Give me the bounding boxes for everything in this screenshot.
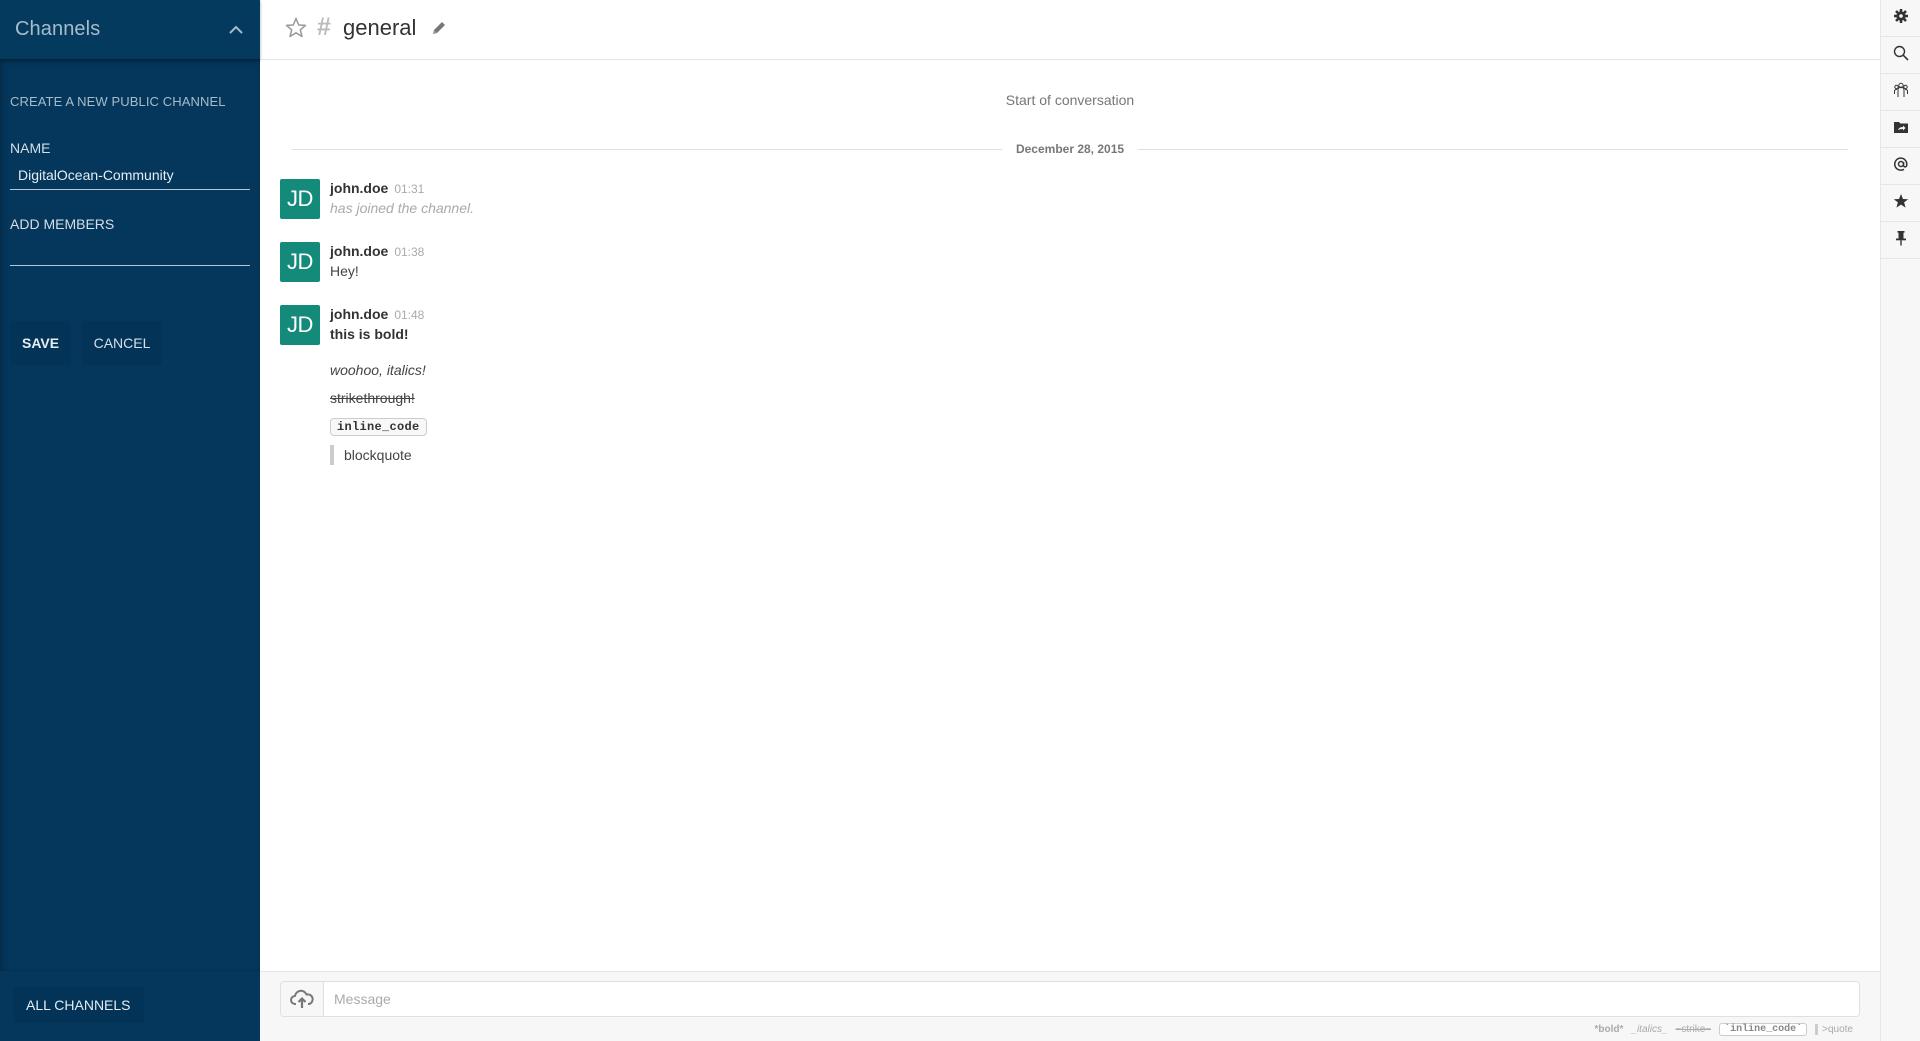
message-text-strikethrough: strikethrough! xyxy=(330,390,415,406)
users-icon xyxy=(1893,82,1909,103)
settings-button[interactable] xyxy=(1881,0,1920,37)
message-inline-code: inline_code xyxy=(330,418,427,436)
channel-header: # general xyxy=(260,0,1880,60)
all-channels-button[interactable]: ALL CHANNELS xyxy=(13,987,144,1023)
search-button[interactable] xyxy=(1881,37,1920,74)
add-members-label: ADD MEMBERS xyxy=(10,216,115,232)
divider-line xyxy=(1138,148,1849,150)
formatting-hints: *bold* _italics_ ~strike~ `inline_code` … xyxy=(1594,1023,1853,1036)
divider-line xyxy=(292,148,1002,150)
mentions-button[interactable] xyxy=(1881,148,1920,185)
date-divider: December 28, 2015 xyxy=(292,141,1849,157)
shared-folder-icon xyxy=(1893,119,1909,140)
message-header: john.doe 01:31 xyxy=(330,180,424,198)
cloud-upload-icon[interactable] xyxy=(281,982,324,1016)
create-channel-panel: CREATE A NEW PUBLIC CHANNEL NAME ADD MEM… xyxy=(0,59,260,971)
star-outline-icon[interactable] xyxy=(284,16,308,40)
message-timestamp: 01:48 xyxy=(394,308,425,322)
pinned-button[interactable] xyxy=(1881,222,1920,259)
message-input[interactable] xyxy=(324,982,1859,1016)
start-of-conversation: Start of conversation xyxy=(1005,92,1135,108)
save-button[interactable]: SAVE xyxy=(10,321,72,365)
message-text: Hey! xyxy=(330,263,359,279)
create-channel-title: CREATE A NEW PUBLIC CHANNEL xyxy=(10,94,226,109)
chevron-up-icon[interactable] xyxy=(226,20,246,40)
avatar[interactable]: JD xyxy=(280,242,320,282)
channel-name-input[interactable] xyxy=(10,160,250,190)
hint-code: `inline_code` xyxy=(1719,1023,1808,1036)
main-area: # general Start of conversation December… xyxy=(260,0,1880,1041)
message-header: john.doe 01:38 xyxy=(330,243,424,261)
at-icon xyxy=(1893,156,1909,177)
hint-strike: ~strike~ xyxy=(1675,1024,1712,1035)
avatar[interactable]: JD xyxy=(280,305,320,345)
star-icon xyxy=(1893,193,1909,214)
add-members-input[interactable] xyxy=(10,236,250,266)
right-toolbar xyxy=(1880,0,1920,1041)
message-timestamp: 01:31 xyxy=(394,182,425,196)
message: JD john.doe 01:48 this is bold! xyxy=(280,305,1840,349)
channel-hash-icon: # xyxy=(317,13,331,41)
files-button[interactable] xyxy=(1881,111,1920,148)
date-label: December 28, 2015 xyxy=(1015,142,1125,156)
sidebar-header: Channels xyxy=(0,0,260,59)
sidebar-footer: ALL CHANNELS xyxy=(0,971,260,1041)
message-text: has joined the channel. xyxy=(330,200,474,216)
message-username[interactable]: john.doe xyxy=(330,180,388,196)
message-username[interactable]: john.doe xyxy=(330,243,388,259)
pin-icon xyxy=(1893,230,1909,251)
hint-italic: _italics_ xyxy=(1631,1024,1668,1035)
message-text-bold: this is bold! xyxy=(330,326,409,342)
members-button[interactable] xyxy=(1881,74,1920,111)
sidebar: Channels CREATE A NEW PUBLIC CHANNEL NAM… xyxy=(0,0,260,1041)
pencil-icon[interactable] xyxy=(430,19,448,37)
channel-name: general xyxy=(343,15,417,40)
message-box xyxy=(280,981,1860,1017)
starred-button[interactable] xyxy=(1881,185,1920,222)
message-blockquote: blockquote xyxy=(330,445,412,465)
cancel-button[interactable]: CANCEL xyxy=(82,321,162,365)
message: JD john.doe 01:31 has joined the channel. xyxy=(280,179,1840,223)
sidebar-title: Channels xyxy=(15,18,101,40)
message-username[interactable]: john.doe xyxy=(330,306,388,322)
search-icon xyxy=(1893,45,1909,66)
message: JD john.doe 01:38 Hey! xyxy=(280,242,1840,286)
composer: *bold* _italics_ ~strike~ `inline_code` … xyxy=(260,971,1880,1041)
hint-bold: *bold* xyxy=(1594,1024,1624,1035)
message-text-italic: woohoo, italics! xyxy=(330,362,426,378)
avatar[interactable]: JD xyxy=(280,179,320,219)
gear-icon xyxy=(1893,8,1909,29)
name-label: NAME xyxy=(10,140,51,156)
message-timestamp: 01:38 xyxy=(394,245,425,259)
message-header: john.doe 01:48 xyxy=(330,306,424,324)
hint-quote: >quote xyxy=(1815,1024,1853,1035)
